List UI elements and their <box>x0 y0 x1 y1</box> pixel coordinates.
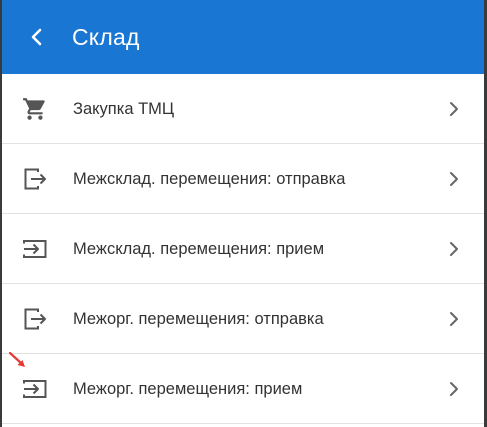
menu-item-label: Межсклад. перемещения: отправка <box>73 170 346 188</box>
page-title: Склад <box>72 24 140 50</box>
chevron-right-icon <box>446 240 462 258</box>
chevron-right-icon <box>446 380 462 398</box>
menu-item-label: Межорг. перемещения: прием <box>73 380 303 398</box>
chevron-right-icon <box>446 100 462 118</box>
export-icon <box>21 305 49 333</box>
import-icon <box>21 375 49 403</box>
menu-item-label: Межорг. перемещения: отправка <box>73 310 324 328</box>
chevron-right-icon <box>446 310 462 328</box>
menu-item-interorg-send[interactable]: Межорг. перемещения: отправка <box>2 284 484 354</box>
menu-item-interorg-receive[interactable]: Межорг. перемещения: прием <box>2 354 484 424</box>
app-bar: Склад <box>2 0 484 74</box>
chevron-left-icon <box>31 28 42 46</box>
menu-item-purchase[interactable]: Закупка ТМЦ <box>2 74 484 144</box>
shopping-cart-icon <box>21 95 49 123</box>
import-icon <box>21 235 49 263</box>
export-icon <box>21 165 49 193</box>
menu-item-interwarehouse-send[interactable]: Межсклад. перемещения: отправка <box>2 144 484 214</box>
menu-list: Закупка ТМЦ Межсклад. перемещения: отпра… <box>2 74 484 424</box>
back-button[interactable] <box>22 22 52 52</box>
chevron-right-icon <box>446 170 462 188</box>
app-window: Склад Закупка ТМЦ Межсклад. перемещения:… <box>2 0 484 427</box>
menu-item-label: Закупка ТМЦ <box>73 100 175 118</box>
red-arrow-icon <box>8 351 25 367</box>
menu-item-label: Межсклад. перемещения: прием <box>73 240 325 258</box>
menu-item-interwarehouse-receive[interactable]: Межсклад. перемещения: прием <box>2 214 484 284</box>
